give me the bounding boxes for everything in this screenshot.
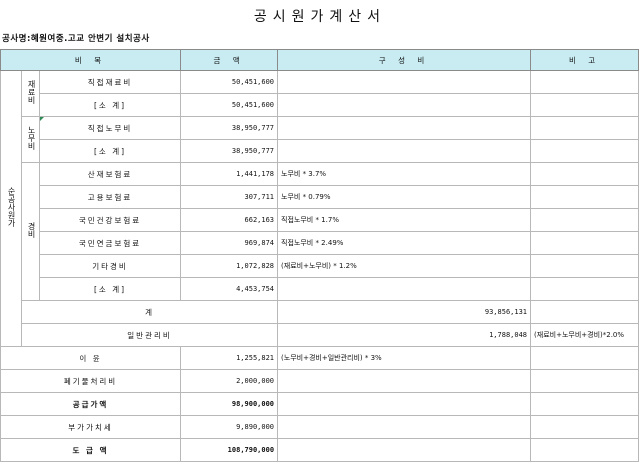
summary-remarks[interactable] — [530, 392, 640, 416]
item-remarks[interactable] — [530, 162, 640, 186]
group-label-net-cost: 순공사원가 — [0, 70, 22, 347]
item-name[interactable]: 산재보험료 — [38, 162, 182, 186]
summary-note[interactable] — [277, 438, 532, 462]
header-amount[interactable]: 금 액 — [180, 49, 279, 71]
project-name: 공사명:혜원여중.고교 안변기 설치공사 — [2, 34, 150, 44]
item-note[interactable]: 노무비 * 0.79% — [277, 185, 532, 209]
table-row: [소 계] 50,451,600 — [1, 93, 640, 117]
item-remarks[interactable] — [530, 277, 640, 301]
summary-name[interactable]: 이 윤 — [0, 346, 182, 370]
item-name[interactable]: 직접노무비 — [38, 116, 182, 140]
summary-remarks[interactable] — [530, 369, 640, 393]
header-composition[interactable]: 구 성 비 — [277, 49, 532, 71]
item-remarks[interactable] — [530, 185, 640, 209]
item-note[interactable]: 노무비 * 3.7% — [277, 162, 532, 186]
item-remarks[interactable] — [530, 139, 640, 163]
table-row: 기타경비 1,072,828 (재료비+노무비) * 1.2% — [1, 254, 640, 278]
cost-sheet: 공시원가계산서 공사명:혜원여중.고교 안변기 설치공사 비 목 금 액 구 성… — [0, 0, 640, 462]
table-row: 부가가치세 9,890,000 — [0, 415, 640, 439]
table-row: [소 계] 4,453,754 — [1, 277, 640, 301]
item-name[interactable]: 직접재료비 — [38, 70, 182, 94]
table-row: 고용보험료 307,711 노무비 * 0.79% — [1, 185, 640, 209]
table-row: 도 급 액 108,790,000 — [0, 438, 640, 462]
summary-name[interactable]: 공급가액 — [0, 392, 182, 416]
summary-amount[interactable]: 1,788,048 — [277, 323, 532, 347]
table-row: [소 계] 38,950,777 — [1, 139, 640, 163]
category-expense: 경비 — [21, 162, 40, 301]
table-row: 순공사원가 재료비 직접재료비 50,451,600 — [0, 70, 640, 347]
item-remarks[interactable] — [530, 208, 640, 232]
item-amount[interactable]: 1,441,178 — [180, 162, 279, 186]
summary-name[interactable]: 부가가치세 — [0, 415, 182, 439]
item-amount[interactable]: 38,950,777 — [180, 139, 279, 163]
item-remarks[interactable] — [530, 70, 640, 94]
summary-note[interactable] — [277, 369, 532, 393]
table-row: 폐기물처리비 2,000,000 — [0, 369, 640, 393]
header-remarks[interactable]: 비 고 — [530, 49, 640, 71]
summary-name[interactable]: 계 — [20, 300, 279, 324]
item-name[interactable]: 고용보험료 — [38, 185, 182, 209]
table-row: 국민건강보험료 662,163 직접노무비 * 1.7% — [1, 208, 640, 232]
item-name[interactable]: 국민연금보험료 — [38, 231, 182, 255]
summary-amount[interactable]: 1,255,821 — [180, 346, 279, 370]
item-note[interactable]: 직접노무비 * 1.7% — [277, 208, 532, 232]
item-note[interactable] — [277, 116, 532, 140]
item-name[interactable]: [소 계] — [38, 93, 182, 117]
summary-name[interactable]: 일반관리비 — [20, 323, 279, 347]
summary-amount[interactable]: 2,000,000 — [180, 369, 279, 393]
table-row: 일반관리비 1,788,048 (재료비+노무비+경비)*2.0% — [1, 323, 640, 347]
item-amount[interactable]: 38,950,777 — [180, 116, 279, 140]
item-amount[interactable]: 307,711 — [180, 185, 279, 209]
table-row: 계 93,856,131 — [1, 300, 640, 324]
header-row: 비 목 금 액 구 성 비 비 고 — [0, 49, 640, 71]
table-row: 노무비 직접노무비 38,950,777 — [1, 116, 640, 163]
item-amount[interactable]: 662,163 — [180, 208, 279, 232]
table-row: 이 윤 1,255,821 (노무비+경비+일반관리비) * 3% — [0, 346, 640, 370]
summary-note[interactable] — [277, 392, 532, 416]
item-note[interactable] — [277, 93, 532, 117]
table-row: 공급가액 98,900,000 — [0, 392, 640, 416]
item-remarks[interactable] — [530, 254, 640, 278]
summary-remarks[interactable] — [530, 346, 640, 370]
item-remarks[interactable] — [530, 116, 640, 140]
item-name[interactable]: 국민건강보험료 — [38, 208, 182, 232]
summary-amount[interactable]: 93,856,131 — [277, 300, 532, 324]
header-item[interactable]: 비 목 — [0, 49, 182, 71]
summary-amount[interactable]: 108,790,000 — [180, 438, 279, 462]
item-name[interactable]: [소 계] — [38, 277, 182, 301]
summary-note[interactable] — [530, 300, 640, 324]
summary-amount[interactable]: 9,890,000 — [180, 415, 279, 439]
table-row: 경비 산재보험료 1,441,178 노무비 * 3.7% — [1, 162, 640, 301]
item-remarks[interactable] — [530, 93, 640, 117]
cost-table: 비 목 금 액 구 성 비 비 고 순공사원가 재료비 직접재료비 50,451… — [0, 49, 640, 462]
summary-note[interactable] — [277, 415, 532, 439]
summary-name[interactable]: 폐기물처리비 — [0, 369, 182, 393]
summary-note[interactable]: (재료비+노무비+경비)*2.0% — [530, 323, 640, 347]
item-note[interactable]: (재료비+노무비) * 1.2% — [277, 254, 532, 278]
summary-remarks[interactable] — [530, 438, 640, 462]
category-labor: 노무비 — [21, 116, 40, 163]
summary-amount[interactable]: 98,900,000 — [180, 392, 279, 416]
summary-name[interactable]: 도 급 액 — [0, 438, 182, 462]
item-name[interactable]: 기타경비 — [38, 254, 182, 278]
summary-note[interactable]: (노무비+경비+일반관리비) * 3% — [277, 346, 532, 370]
item-note[interactable] — [277, 277, 532, 301]
item-amount[interactable]: 969,874 — [180, 231, 279, 255]
item-remarks[interactable] — [530, 231, 640, 255]
item-note[interactable] — [277, 139, 532, 163]
summary-remarks[interactable] — [530, 415, 640, 439]
document-title: 공시원가계산서 — [253, 9, 387, 25]
item-amount[interactable]: 4,453,754 — [180, 277, 279, 301]
item-note[interactable]: 직접노무비 * 2.49% — [277, 231, 532, 255]
item-amount[interactable]: 50,451,600 — [180, 93, 279, 117]
category-material: 재료비 — [21, 70, 40, 117]
item-name[interactable]: [소 계] — [38, 139, 182, 163]
table-row: 국민연금보험료 969,874 직접노무비 * 2.49% — [1, 231, 640, 255]
item-amount[interactable]: 1,072,828 — [180, 254, 279, 278]
item-amount[interactable]: 50,451,600 — [180, 70, 279, 94]
item-note[interactable] — [277, 70, 532, 94]
